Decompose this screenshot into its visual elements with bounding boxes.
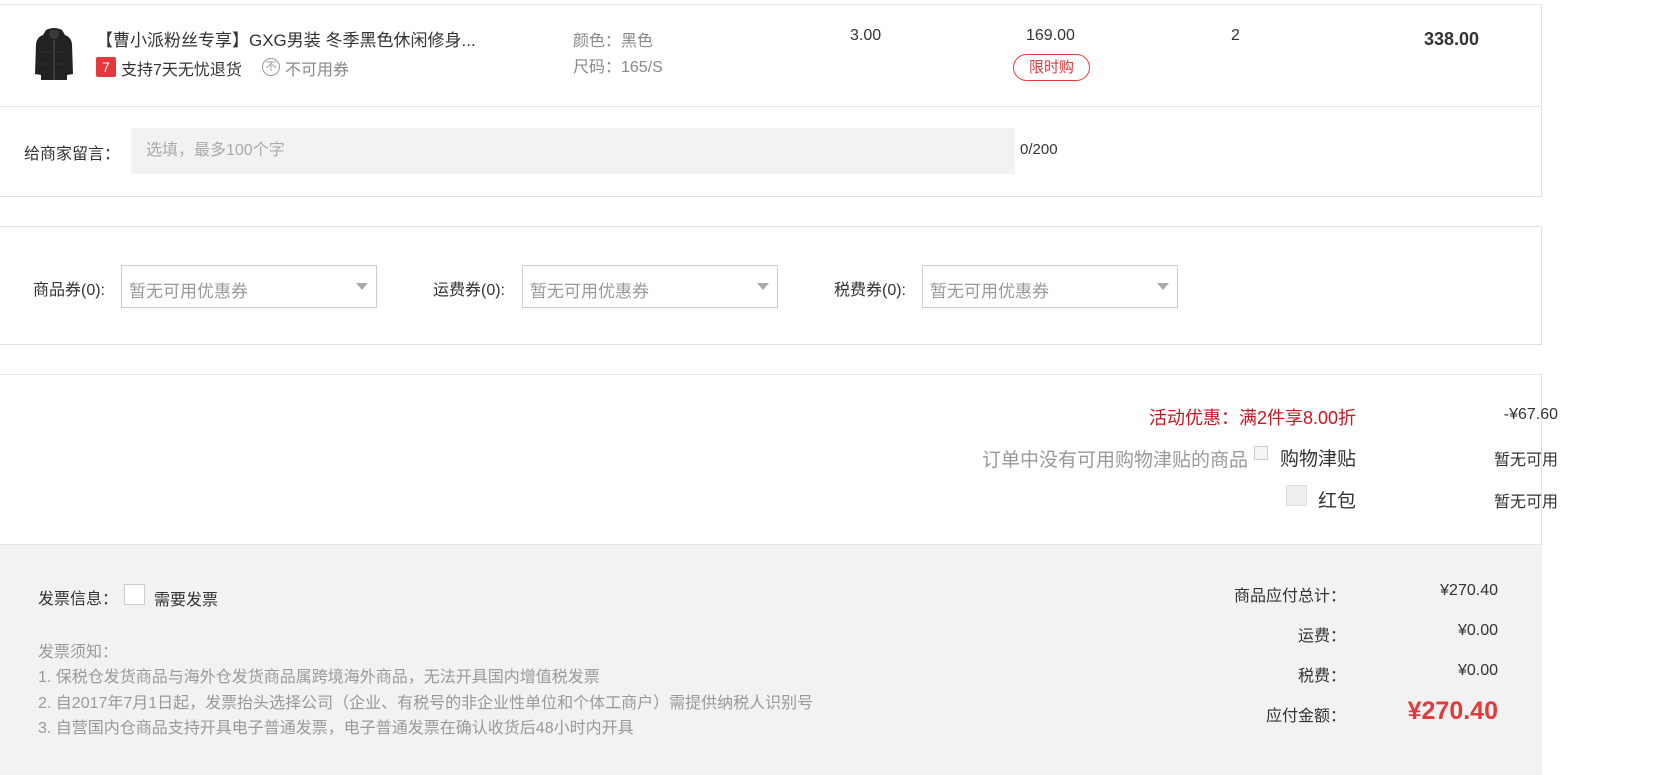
invoice-notice-1: 1. 保税仓发货商品与海外仓发货商品属跨境海外商品，无法开具国内增值税发票 (38, 669, 600, 686)
invoice-notice-2: 2. 自2017年7月1日起，发票抬头选择公司（企业、有税号的非企业性单位和个体… (38, 695, 814, 712)
quantity: 2 (1231, 27, 1240, 44)
goods-total-label: 商品应付总计： (1233, 588, 1346, 605)
goods-coupon-value: 暂无可用优惠券 (129, 282, 248, 301)
message-char-count: 0/200 (1020, 141, 1058, 158)
total-label: 应付金额： (1265, 708, 1346, 725)
seller-message-input[interactable] (131, 128, 1015, 174)
limited-time-badge: 限时购 (1013, 54, 1090, 81)
chevron-down-icon (757, 283, 769, 290)
seller-message-label: 给商家留言： (24, 146, 121, 163)
allowance-value: 暂无可用 (1493, 452, 1558, 469)
product-thumbnail[interactable] (34, 26, 74, 82)
shipping-value: ¥0.00 (1457, 622, 1498, 639)
no-coupon-text: 不可用券 (285, 62, 350, 79)
chevron-down-icon (356, 283, 368, 290)
product-weight: 3.00 (850, 27, 882, 44)
allowance-note: 订单中没有可用购物津贴的商品 (981, 450, 1248, 471)
tax-value: ¥0.00 (1457, 662, 1498, 679)
return-policy-text: 支持7天无忧退货 (121, 62, 242, 79)
redpack-label: 红包 (1317, 491, 1356, 512)
return-policy-icon: 7 (96, 57, 116, 77)
divider (0, 106, 1542, 107)
invoice-need-label[interactable]: 需要发票 (154, 586, 218, 610)
goods-coupon-label: 商品券(0): (33, 282, 106, 299)
promo-amount: -¥67.60 (1503, 406, 1558, 423)
product-color: 颜色：黑色 (573, 33, 654, 50)
tax-coupon-label: 税费券(0): (834, 282, 907, 299)
no-coupon-icon: 不 (262, 58, 280, 76)
goods-total-value: ¥270.40 (1440, 582, 1498, 599)
goods-coupon-select[interactable]: 暂无可用优惠券 (121, 265, 377, 308)
tax-coupon-value: 暂无可用优惠券 (930, 282, 1049, 301)
product-title[interactable]: 【曹小派粉丝专享】GXG男装 冬季黑色休闲修身... (96, 26, 476, 51)
total-amount: ¥270.40 (1407, 697, 1498, 725)
unit-price: 169.00 (1026, 27, 1075, 44)
tax-label: 税费： (1297, 668, 1346, 685)
redpack-value: 暂无可用 (1493, 494, 1558, 511)
tax-coupon-select[interactable]: 暂无可用优惠券 (922, 265, 1178, 308)
shipping-coupon-value: 暂无可用优惠券 (530, 282, 649, 301)
allowance-checkbox[interactable] (1254, 446, 1268, 460)
invoice-summary-panel (0, 544, 1542, 775)
invoice-checkbox[interactable] (124, 584, 145, 605)
invoice-label: 发票信息： (38, 591, 119, 608)
shipping-coupon-select[interactable]: 暂无可用优惠券 (522, 265, 778, 308)
allowance-label: 购物津贴 (1279, 449, 1356, 470)
invoice-notice-3: 3. 自营国内仓商品支持开具电子普通发票，电子普通发票在确认收货后48小时内开具 (38, 720, 634, 737)
item-subtotal: 338.00 (1424, 29, 1480, 49)
invoice-notice-title: 发票须知： (38, 644, 119, 661)
promo-label: 活动优惠：满2件享8.00折 (1148, 408, 1356, 428)
product-size: 尺码：165/S (573, 59, 663, 76)
shipping-coupon-label: 运费券(0): (433, 282, 506, 299)
chevron-down-icon (1157, 283, 1169, 290)
redpack-checkbox[interactable] (1286, 485, 1307, 506)
shipping-label: 运费： (1297, 628, 1346, 645)
